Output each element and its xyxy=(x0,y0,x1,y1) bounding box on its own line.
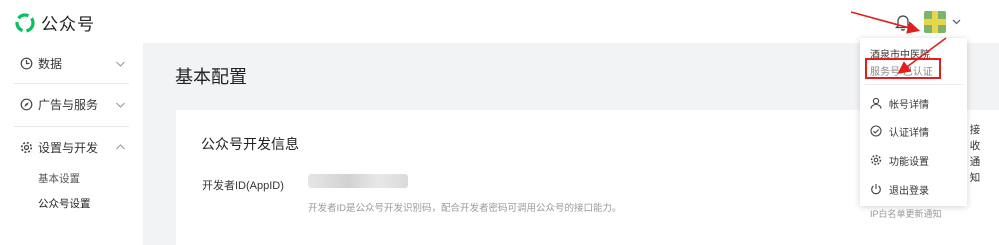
top-bar: 公众号 xyxy=(0,0,999,43)
appid-value-redacted xyxy=(308,174,408,188)
menu-item-label: 功能设置 xyxy=(889,156,929,168)
receive-notifications-tab[interactable]: 接收通知 xyxy=(969,122,981,186)
chevron-down-icon xyxy=(116,61,125,67)
page-title: 基本配置 xyxy=(175,67,247,87)
menu-item-verification-details[interactable]: 认证详情 xyxy=(870,120,962,142)
menu-more-text: IP白名单更新通知 xyxy=(870,209,942,219)
gear-icon xyxy=(870,154,882,166)
power-icon xyxy=(871,184,881,195)
menu-item-label: 认证详情 xyxy=(889,127,929,139)
app-name: 公众号 xyxy=(41,15,95,34)
divider xyxy=(864,84,963,85)
user-icon xyxy=(870,97,882,109)
menu-item-function-settings[interactable]: 功能设置 xyxy=(870,149,962,171)
bell-icon[interactable] xyxy=(895,13,911,31)
chevron-down-icon[interactable] xyxy=(952,17,961,26)
compass-icon xyxy=(20,98,33,110)
sidebar: 数据 广告与服务 设置与开发 基本设置 公众号设置 xyxy=(0,43,143,245)
avatar[interactable] xyxy=(924,11,946,33)
chart-icon xyxy=(20,57,33,69)
sidebar-item-label: 设置与开发 xyxy=(38,140,99,155)
sidebar-item-data[interactable]: 数据 xyxy=(0,43,143,83)
sidebar-item-label: 广告与服务 xyxy=(38,97,99,112)
menu-item-label: 退出登录 xyxy=(889,185,929,197)
logo[interactable]: 公众号 xyxy=(14,10,95,35)
menu-item-logout[interactable]: 退出登录 xyxy=(870,178,962,200)
appid-hint: 开发者ID是公众号开发识别码，配合开发者密码可调用公众号的接口能力。 xyxy=(308,203,622,214)
check-circle-icon xyxy=(870,125,882,137)
sidebar-item-settings-dev[interactable]: 设置与开发 xyxy=(0,127,143,167)
chevron-up-icon xyxy=(116,143,125,149)
sidebar-item-ads-services[interactable]: 广告与服务 xyxy=(0,84,143,124)
menu-item-label: 帐号详情 xyxy=(889,99,929,111)
sidebar-subitem-account-settings[interactable]: 公众号设置 xyxy=(38,196,91,211)
sidebar-item-label: 数据 xyxy=(38,56,63,71)
appid-label: 开发者ID(AppID) xyxy=(202,180,284,192)
avatar-pattern xyxy=(932,11,938,33)
highlight-box xyxy=(865,58,941,79)
menu-item-account-details[interactable]: 帐号详情 xyxy=(870,92,962,114)
chevron-down-icon xyxy=(116,102,125,108)
sidebar-subitem-basic-settings[interactable]: 基本设置 xyxy=(38,171,80,186)
section-title: 公众号开发信息 xyxy=(201,136,299,152)
wechat-official-account-logo-icon xyxy=(15,12,35,33)
gear-icon xyxy=(20,141,33,153)
